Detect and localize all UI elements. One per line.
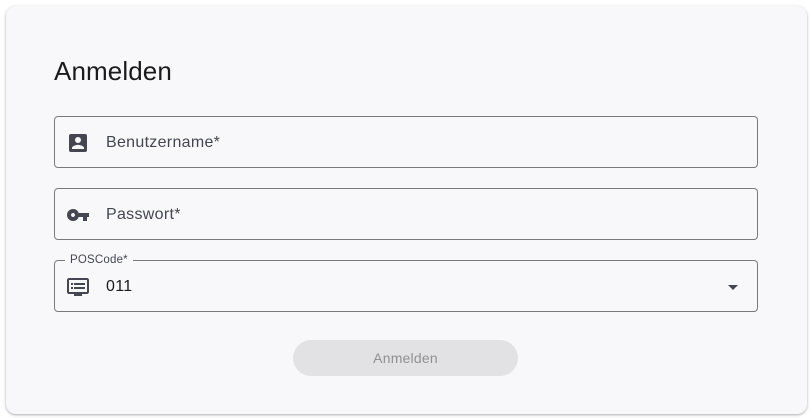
login-button[interactable]: Anmelden (293, 340, 518, 376)
page-title: Anmelden (54, 56, 172, 86)
password-placeholder: Passwort* (106, 206, 181, 223)
poscode-value: 011 (106, 278, 133, 295)
username-field[interactable]: Benutzername* (54, 116, 758, 168)
password-field[interactable]: Passwort* (54, 188, 758, 240)
username-placeholder: Benutzername* (106, 134, 221, 151)
poscode-label: POSCode* (65, 253, 133, 267)
account-box-icon (66, 131, 90, 155)
key-icon (66, 203, 90, 227)
poscode-select[interactable]: POSCode* 011 (54, 253, 758, 312)
login-card: Anmelden Benutzername* Passwort* POSCode… (6, 6, 807, 414)
chevron-down-icon[interactable] (721, 275, 745, 299)
point-of-sale-icon (66, 275, 90, 299)
